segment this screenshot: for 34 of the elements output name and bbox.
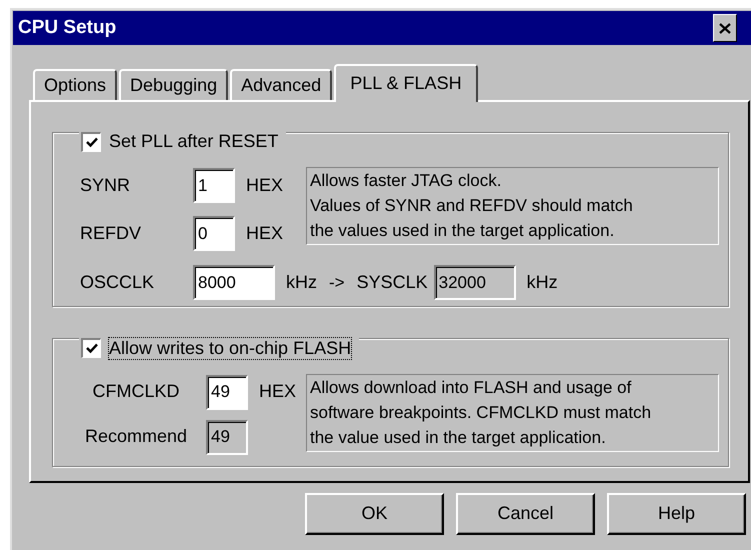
input-field[interactable]: 8000 bbox=[193, 265, 275, 300]
window-title: CPU Setup bbox=[18, 16, 116, 40]
field-label: REFDV bbox=[80, 223, 142, 245]
close-icon bbox=[719, 22, 731, 34]
field-label: SYSCLK bbox=[356, 272, 428, 294]
checkbox[interactable] bbox=[81, 132, 101, 152]
tab[interactable]: PLL & FLASH bbox=[334, 64, 478, 102]
input-field[interactable]: 1 bbox=[193, 168, 235, 204]
checkbox[interactable] bbox=[81, 338, 101, 358]
input-field[interactable]: 49 bbox=[206, 374, 248, 410]
tab[interactable]: Debugging bbox=[119, 69, 228, 100]
unit-label: HEX bbox=[246, 223, 284, 245]
input-field[interactable]: 0 bbox=[193, 216, 235, 252]
unit-label: kHz bbox=[286, 272, 317, 294]
dialog-button[interactable]: Help bbox=[607, 493, 746, 535]
arrow-text: -> bbox=[329, 272, 345, 294]
input-field[interactable]: 49 bbox=[206, 420, 248, 455]
field-label: SYNR bbox=[80, 175, 132, 197]
check-icon bbox=[86, 137, 98, 148]
input-field[interactable]: 32000 bbox=[434, 265, 516, 300]
unit-label: kHz bbox=[526, 272, 558, 294]
description-text: Allows faster JTAG clock. Values of SYNR and REFDV should match the values used in the target application. bbox=[306, 167, 719, 246]
tab[interactable]: Advanced bbox=[230, 69, 332, 100]
close-button[interactable] bbox=[713, 14, 737, 42]
field-label: OSCCLK bbox=[80, 272, 156, 294]
dialog-button[interactable]: Cancel bbox=[456, 493, 595, 535]
unit-label: HEX bbox=[259, 381, 296, 404]
tab[interactable]: Options bbox=[33, 69, 118, 100]
field-label: Recommend bbox=[84, 426, 188, 448]
check-icon bbox=[86, 343, 98, 354]
field-label: CFMCLKD bbox=[91, 381, 180, 404]
dialog-button[interactable]: OK bbox=[305, 493, 444, 535]
description-text: Allows download into FLASH and usage of software breakpoints. CFMCLKD must match the value used in the target application. bbox=[306, 374, 719, 452]
unit-label: HEX bbox=[246, 175, 284, 197]
